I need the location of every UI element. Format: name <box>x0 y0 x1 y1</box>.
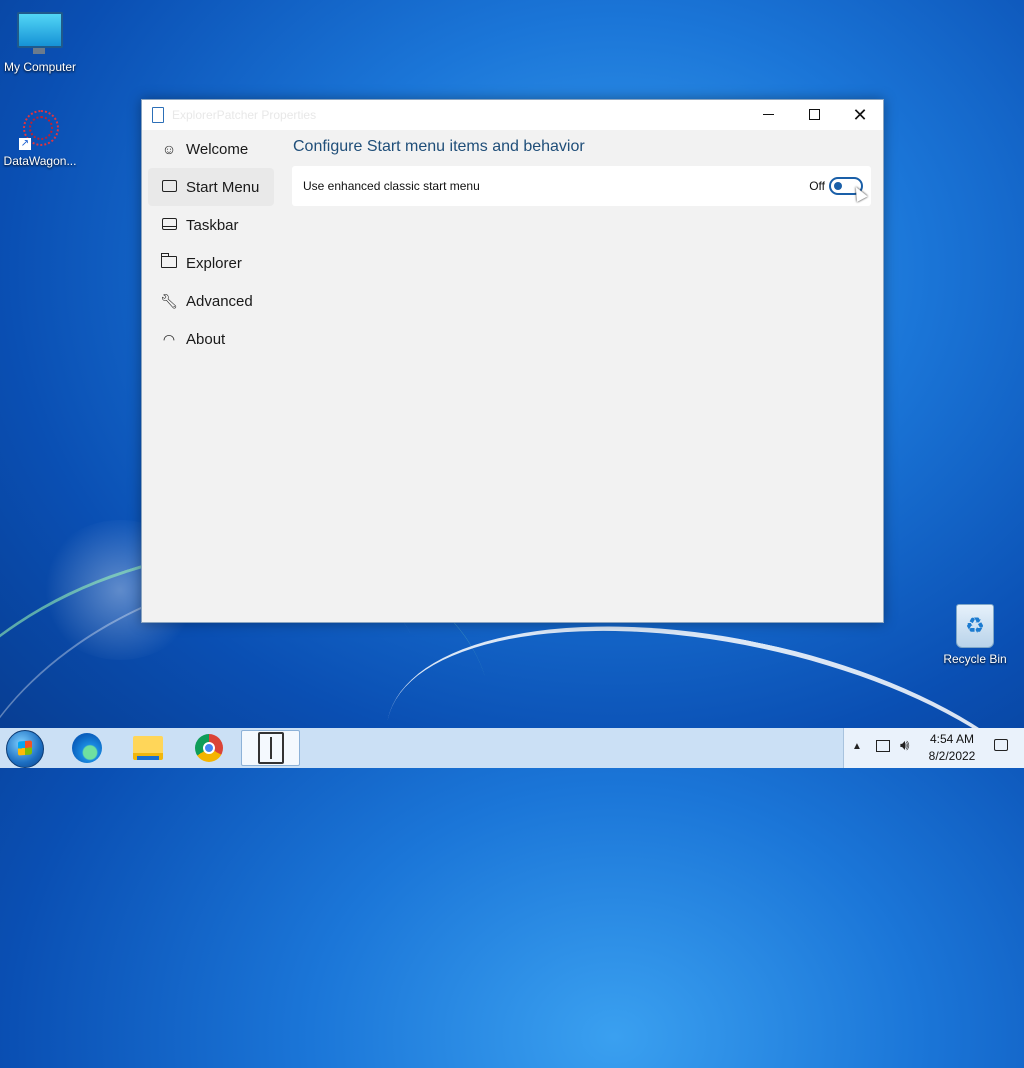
maximize-button[interactable] <box>791 100 837 130</box>
start-menu-icon <box>160 179 178 195</box>
sidebar-item-label: About <box>186 330 226 348</box>
main-content: Configure Start menu items and behavior … <box>292 130 871 206</box>
sidebar-item-about[interactable]: ◠ About <box>142 320 287 358</box>
toggle-knob <box>834 182 842 190</box>
sidebar-item-label: Welcome <box>186 140 249 158</box>
explorerpatcher-icon <box>257 732 284 764</box>
folder-icon <box>133 736 163 760</box>
desktop-icon-label: Recycle Bin <box>943 652 1007 666</box>
desktop-icon-label: DataWagon... <box>3 154 77 168</box>
sidebar-item-label: Advanced <box>186 292 253 310</box>
taskbar-app-edge[interactable] <box>59 730 115 766</box>
gauge-icon: ◠ <box>162 330 176 347</box>
sidebar-item-label: Explorer <box>186 254 242 272</box>
folder-icon <box>160 253 178 271</box>
taskbar-icon <box>160 217 178 233</box>
sidebar-item-advanced[interactable]: 🔧︎ Advanced <box>142 282 287 320</box>
edge-icon <box>72 733 102 763</box>
taskbar: ▲ 🔊︎ 4:54 AM 8/2/2022 <box>0 728 1024 768</box>
explorerpatcher-window: ExplorerPatcher Properties ✕ ☺ Welcome S… <box>141 99 884 623</box>
clock-time: 4:54 AM <box>929 732 975 746</box>
system-tray: ▲ 🔊︎ 4:54 AM 8/2/2022 <box>843 728 1024 768</box>
sidebar-item-label: Taskbar <box>186 216 239 234</box>
computer-icon <box>17 12 63 54</box>
page-title: Configure Start menu items and behavior <box>293 138 585 155</box>
volume-icon[interactable]: 🔊︎ <box>900 737 909 754</box>
setting-label: Use enhanced classic start menu <box>303 179 480 193</box>
chrome-icon <box>195 734 223 762</box>
datawagon-icon: ↗ <box>19 108 61 150</box>
setting-row-enhanced-classic-start-menu[interactable]: Use enhanced classic start menu Off <box>292 166 871 206</box>
minimize-button[interactable] <box>745 100 791 130</box>
desktop-icon-label: My Computer <box>3 60 77 74</box>
show-hidden-icons-icon[interactable]: ▲ <box>852 741 862 752</box>
close-icon: ✕ <box>852 105 868 125</box>
notification-center-icon[interactable] <box>994 739 1008 751</box>
title-bar[interactable]: ExplorerPatcher Properties ✕ <box>142 100 883 130</box>
sidebar-item-welcome[interactable]: ☺ Welcome <box>142 130 287 168</box>
taskbar-app-explorerpatcher[interactable] <box>241 730 300 766</box>
recycle-bin-icon: ♻ <box>956 604 994 648</box>
sidebar: ☺ Welcome Start Menu Taskbar Explorer 🔧︎… <box>142 130 287 358</box>
clock-date: 8/2/2022 <box>928 749 976 763</box>
wrench-icon: 🔧︎ <box>160 292 178 309</box>
minimize-icon <box>762 114 774 116</box>
sidebar-item-taskbar[interactable]: Taskbar <box>142 206 287 244</box>
sidebar-item-label: Start Menu <box>186 178 260 196</box>
app-icon <box>152 107 164 123</box>
window-title: ExplorerPatcher Properties <box>172 108 317 122</box>
clock[interactable]: 4:54 AM 8/2/2022 <box>920 731 984 765</box>
close-button[interactable]: ✕ <box>837 100 883 130</box>
taskbar-app-chrome[interactable] <box>181 730 237 766</box>
desktop-icon-datawagon[interactable]: ↗ DataWagon... <box>0 108 80 168</box>
network-icon[interactable] <box>876 740 890 752</box>
toggle-state-label: Off <box>809 179 825 193</box>
sidebar-item-start-menu[interactable]: Start Menu <box>148 168 274 206</box>
sidebar-item-explorer[interactable]: Explorer <box>142 244 287 282</box>
smiley-icon: ☺ <box>161 141 177 157</box>
desktop-icon-recycle-bin[interactable]: ♻ Recycle Bin <box>935 604 1015 666</box>
start-button[interactable] <box>6 730 44 768</box>
taskbar-app-file-explorer[interactable] <box>120 730 176 766</box>
desktop-icon-my-computer[interactable]: My Computer <box>0 12 80 74</box>
shortcut-arrow-icon: ↗ <box>19 138 31 150</box>
maximize-icon <box>808 109 820 121</box>
